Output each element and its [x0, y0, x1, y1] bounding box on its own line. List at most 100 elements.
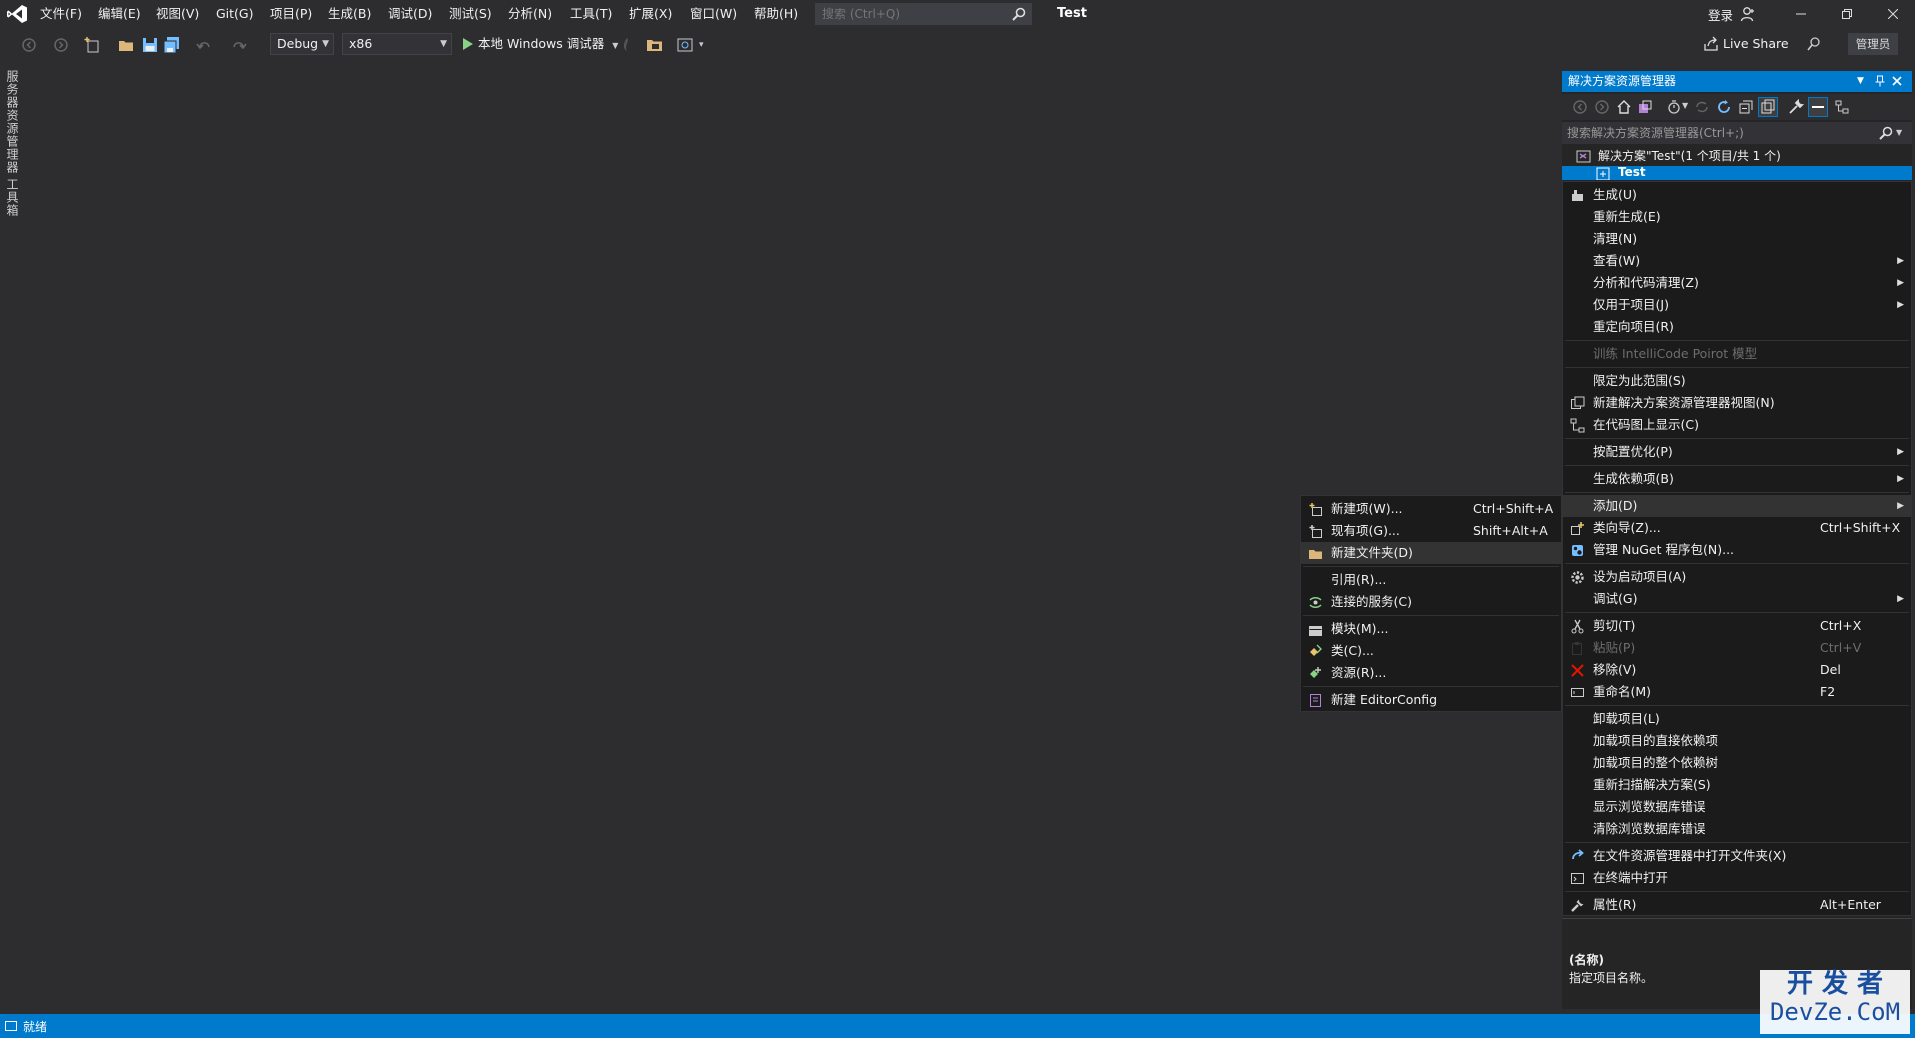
sync-icon[interactable] [1694, 99, 1710, 115]
add-submenu-item[interactable]: 模块(M)... [1301, 618, 1561, 640]
vs-logo-icon[interactable] [6, 4, 28, 24]
browse-folder-icon[interactable] [646, 36, 664, 54]
search-input[interactable] [816, 4, 1018, 24]
menu-project[interactable]: 项目(P) [270, 5, 312, 23]
chevron-down-icon[interactable]: ▼ [1682, 101, 1688, 110]
context-menu-item[interactable]: 在文件资源管理器中打开文件夹(X) [1563, 845, 1911, 867]
pin-icon[interactable] [1874, 75, 1886, 87]
add-submenu-item[interactable]: 类(C)... [1301, 640, 1561, 662]
show-all-files-icon[interactable] [1758, 97, 1778, 117]
toolbar-overflow-icon[interactable]: ▾ [699, 40, 704, 50]
context-menu-item[interactable]: 类向导(Z)... Ctrl+Shift+X [1563, 517, 1911, 539]
menu-extensions[interactable]: 扩展(X) [629, 5, 672, 23]
menu-git[interactable]: Git(G) [216, 5, 254, 23]
preview-selected-icon[interactable] [1808, 97, 1828, 117]
context-menu-item[interactable]: 管理 NuGet 程序包(N)... [1563, 539, 1911, 561]
solution-explorer-search[interactable]: 搜索解决方案资源管理器(Ctrl+;) ▼ [1562, 122, 1912, 144]
menu-build[interactable]: 生成(B) [328, 5, 371, 23]
solution-configuration-select[interactable]: Debug ▼ [270, 33, 334, 55]
open-file-icon[interactable] [118, 36, 136, 54]
add-submenu-item[interactable]: 引用(R)... [1301, 569, 1561, 591]
pending-changes-filter-icon[interactable] [1666, 99, 1682, 115]
add-submenu-item[interactable]: 新建 EditorConfig [1301, 689, 1561, 711]
solution-node[interactable]: 解决方案"Test"(1 个项目/共 1 个) [1574, 147, 1912, 166]
context-menu-item[interactable]: 清除浏览数据库错误 [1563, 818, 1911, 840]
minimize-button[interactable] [1778, 0, 1824, 28]
menu-window[interactable]: 窗口(W) [690, 5, 737, 23]
context-menu-item[interactable]: 设为启动项目(A) [1563, 566, 1911, 588]
refresh-icon[interactable] [1716, 99, 1732, 115]
user-icon[interactable] [1740, 6, 1756, 22]
chevron-down-icon[interactable]: ▼ [1896, 122, 1902, 144]
home-icon[interactable] [1616, 99, 1632, 115]
switch-views-icon[interactable] [1637, 99, 1653, 115]
code-map-icon[interactable] [1834, 99, 1850, 115]
context-menu-item[interactable]: 仅用于项目(J) ▶ [1563, 294, 1911, 316]
menu-view[interactable]: 视图(V) [156, 5, 199, 23]
context-menu-item[interactable]: 新建解决方案资源管理器视图(N) [1563, 392, 1911, 414]
add-submenu-item[interactable]: 资源(R)... [1301, 662, 1561, 684]
context-menu-item[interactable]: 生成依赖项(B) ▶ [1563, 468, 1911, 490]
add-submenu-item[interactable]: 现有项(G)... Shift+Alt+A [1301, 520, 1561, 542]
feedback-icon[interactable] [1806, 36, 1822, 52]
start-debugging-button[interactable]: 本地 Windows 调试器 ▼ [460, 34, 618, 54]
context-menu-item[interactable]: 查看(W) ▶ [1563, 250, 1911, 272]
project-node[interactable]: Test [1562, 166, 1912, 180]
live-share-button[interactable]: Live Share [1703, 34, 1789, 54]
screenshot-tool-icon[interactable] [676, 36, 694, 54]
context-menu-item[interactable]: 清理(N) [1563, 228, 1911, 250]
solution-platform-select[interactable]: x86 ▼ [342, 33, 452, 55]
context-menu-item[interactable]: 分析和代码清理(Z) ▶ [1563, 272, 1911, 294]
close-panel-icon[interactable] [1892, 76, 1902, 86]
hot-reload-icon[interactable] [618, 36, 636, 54]
save-icon[interactable] [141, 36, 159, 54]
context-menu-item[interactable]: 显示浏览数据库错误 [1563, 796, 1911, 818]
context-menu-item[interactable]: 重新扫描解决方案(S) [1563, 774, 1911, 796]
context-menu-item[interactable]: 按配置优化(P) ▶ [1563, 441, 1911, 463]
panel-dropdown-icon[interactable]: ▼ [1857, 71, 1864, 92]
server-explorer-tab[interactable]: 服务器资源管理器 [4, 70, 21, 174]
context-menu-item[interactable]: 卸载项目(L) [1563, 708, 1911, 730]
context-menu-item[interactable]: 限定为此范围(S) [1563, 370, 1911, 392]
forward-icon[interactable] [1594, 99, 1610, 115]
new-project-icon[interactable] [84, 36, 102, 54]
menu-edit[interactable]: 编辑(E) [98, 5, 141, 23]
navigate-forward-icon[interactable] [52, 36, 70, 54]
context-menu-item[interactable]: 移除(V) Del [1563, 659, 1911, 681]
context-menu-item[interactable]: 添加(D) ▶ [1563, 495, 1911, 517]
menu-file[interactable]: 文件(F) [40, 5, 82, 23]
search-icon[interactable] [1878, 125, 1894, 141]
add-submenu-item[interactable]: 新建项(W)... Ctrl+Shift+A [1301, 498, 1561, 520]
back-icon[interactable] [1572, 99, 1588, 115]
toolbox-tab[interactable]: 工具箱 [4, 178, 21, 217]
context-menu-item[interactable]: 重定向项目(R) [1563, 316, 1911, 338]
menu-help[interactable]: 帮助(H) [754, 5, 798, 23]
context-menu-item[interactable]: 属性(R) Alt+Enter [1563, 894, 1911, 916]
search-box[interactable] [815, 3, 1032, 25]
context-menu-item[interactable]: 生成(U) [1563, 184, 1911, 206]
search-icon[interactable] [1011, 6, 1027, 22]
properties-wrench-icon[interactable] [1788, 99, 1804, 115]
context-menu-item[interactable]: 重命名(M) F2 [1563, 681, 1911, 703]
context-menu-item[interactable]: 加载项目的整个依赖树 [1563, 752, 1911, 774]
menu-analyze[interactable]: 分析(N) [508, 5, 552, 23]
save-all-icon[interactable] [163, 36, 181, 54]
navigate-back-icon[interactable] [20, 36, 38, 54]
context-menu-item[interactable]: 在代码图上显示(C) [1563, 414, 1911, 436]
redo-icon[interactable] [230, 36, 248, 54]
menu-test[interactable]: 测试(S) [449, 5, 492, 23]
context-menu-item[interactable]: 剪切(T) Ctrl+X [1563, 615, 1911, 637]
context-menu-item[interactable]: 调试(G) ▶ [1563, 588, 1911, 610]
add-submenu-item[interactable]: 连接的服务(C) [1301, 591, 1561, 613]
add-submenu-item[interactable]: 新建文件夹(D) [1301, 542, 1561, 564]
restore-button[interactable] [1824, 0, 1870, 28]
undo-icon[interactable] [195, 36, 213, 54]
login-link[interactable]: 登录 [1708, 5, 1733, 24]
collapse-all-icon[interactable] [1738, 99, 1754, 115]
menu-debug[interactable]: 调试(D) [388, 5, 432, 23]
context-menu-item[interactable]: 加载项目的直接依赖项 [1563, 730, 1911, 752]
context-menu-item[interactable]: 重新生成(E) [1563, 206, 1911, 228]
menu-tools[interactable]: 工具(T) [570, 5, 612, 23]
close-button[interactable] [1870, 0, 1915, 28]
context-menu-item[interactable]: 在终端中打开 [1563, 867, 1911, 889]
